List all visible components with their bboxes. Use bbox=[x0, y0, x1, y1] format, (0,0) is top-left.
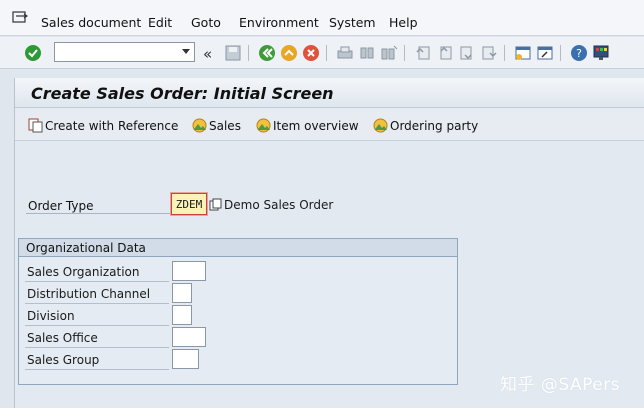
help-icon[interactable]: ? bbox=[570, 44, 588, 62]
find-next-icon[interactable] bbox=[380, 44, 398, 62]
menu-system[interactable]: System bbox=[329, 15, 376, 30]
toolbar-separator bbox=[560, 45, 561, 61]
mountain-overview-icon bbox=[192, 118, 207, 133]
title-bar: Create Sales Order: Initial Screen bbox=[15, 78, 644, 108]
mountain-overview-icon bbox=[373, 118, 388, 133]
field-sales-organization: Sales Organization bbox=[25, 261, 225, 283]
command-field[interactable] bbox=[54, 42, 195, 62]
exit-icon[interactable] bbox=[280, 44, 298, 62]
create-with-reference-label: Create with Reference bbox=[45, 119, 179, 133]
field-sales-group: Sales Group bbox=[25, 349, 225, 371]
collapse-command-icon[interactable]: « bbox=[203, 45, 212, 63]
toolbar-separator bbox=[404, 45, 405, 61]
shortcut-icon[interactable] bbox=[536, 44, 554, 62]
distribution-channel-label: Distribution Channel bbox=[27, 287, 151, 301]
sales-organization-input[interactable] bbox=[172, 261, 206, 281]
sales-organization-label: Sales Organization bbox=[27, 265, 140, 279]
layout-icon[interactable] bbox=[592, 44, 610, 62]
first-page-icon[interactable] bbox=[414, 44, 432, 62]
sales-office-input[interactable] bbox=[172, 327, 206, 347]
menu-sales-document[interactable]: Sales document bbox=[41, 15, 141, 30]
standard-toolbar: « ? bbox=[0, 37, 644, 69]
label-underline bbox=[26, 213, 181, 214]
division-label: Division bbox=[27, 309, 75, 323]
label-underline bbox=[25, 347, 169, 348]
enter-icon[interactable] bbox=[24, 44, 42, 62]
menu-bar: Sales document Edit Goto Environment Sys… bbox=[0, 0, 644, 36]
menu-edit[interactable]: Edit bbox=[148, 15, 172, 30]
last-page-icon[interactable] bbox=[480, 44, 498, 62]
sales-label: Sales bbox=[209, 119, 241, 133]
toolbar-separator bbox=[504, 45, 505, 61]
sales-office-label: Sales Office bbox=[27, 331, 98, 345]
item-overview-label: Item overview bbox=[273, 119, 359, 133]
copy-document-icon bbox=[28, 118, 43, 133]
sales-group-input[interactable] bbox=[172, 349, 199, 369]
save-icon[interactable] bbox=[224, 44, 242, 62]
svg-text:?: ? bbox=[576, 47, 582, 60]
division-input[interactable] bbox=[172, 305, 192, 325]
group-title: Organizational Data bbox=[26, 241, 146, 255]
new-session-icon[interactable] bbox=[514, 44, 532, 62]
label-underline bbox=[25, 325, 169, 326]
field-distribution-channel: Distribution Channel bbox=[25, 283, 225, 305]
toolbar-separator bbox=[248, 45, 249, 61]
menu-goto[interactable]: Goto bbox=[191, 15, 221, 30]
menu-environment[interactable]: Environment bbox=[239, 15, 319, 30]
watermark: 知乎 @SAPers bbox=[500, 375, 621, 395]
label-underline bbox=[25, 369, 169, 370]
toolbar-separator bbox=[326, 45, 327, 61]
order-type-label: Order Type bbox=[28, 199, 94, 213]
page-title: Create Sales Order: Initial Screen bbox=[31, 84, 334, 103]
field-sales-office: Sales Office bbox=[25, 327, 225, 349]
main-content: Create Sales Order: Initial Screen Creat… bbox=[14, 78, 644, 408]
order-type-input[interactable]: ZDEM bbox=[171, 193, 207, 215]
mountain-overview-icon bbox=[256, 118, 271, 133]
group-header: Organizational Data bbox=[19, 239, 457, 257]
create-with-reference-button[interactable]: Create with Reference bbox=[28, 118, 178, 134]
system-menu-icon[interactable] bbox=[12, 11, 28, 25]
menu-help[interactable]: Help bbox=[389, 15, 418, 30]
cancel-icon[interactable] bbox=[302, 44, 320, 62]
item-overview-button[interactable]: Item overview bbox=[256, 118, 361, 134]
find-icon[interactable] bbox=[358, 44, 376, 62]
application-toolbar: Create with Reference Sales Item overvie… bbox=[15, 109, 644, 141]
value-help-icon[interactable] bbox=[209, 198, 222, 211]
ordering-party-button[interactable]: Ordering party bbox=[373, 118, 478, 134]
distribution-channel-input[interactable] bbox=[172, 283, 192, 303]
field-division: Division bbox=[25, 305, 225, 327]
ordering-party-label: Ordering party bbox=[390, 119, 479, 133]
label-underline bbox=[25, 281, 169, 282]
chevron-down-icon[interactable] bbox=[182, 49, 190, 54]
order-type-description: Demo Sales Order bbox=[224, 198, 334, 212]
back-icon[interactable] bbox=[258, 44, 276, 62]
prev-page-icon[interactable] bbox=[436, 44, 454, 62]
label-underline bbox=[25, 303, 169, 304]
next-page-icon[interactable] bbox=[458, 44, 476, 62]
organizational-data-group: Organizational Data Sales Organization D… bbox=[18, 238, 458, 385]
sales-button[interactable]: Sales bbox=[192, 118, 242, 134]
print-icon[interactable] bbox=[336, 44, 354, 62]
sales-group-label: Sales Group bbox=[27, 353, 100, 367]
